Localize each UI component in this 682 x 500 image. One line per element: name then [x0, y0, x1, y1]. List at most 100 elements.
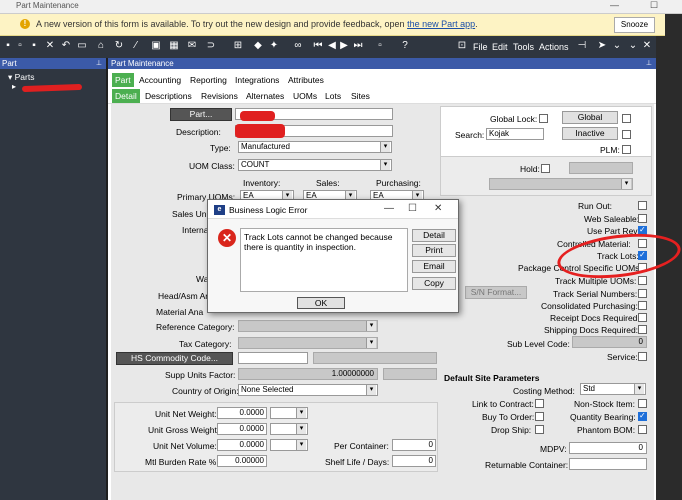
tab-reporting[interactable]: Reporting — [187, 73, 230, 87]
uom-class-select[interactable]: COUNT — [238, 159, 392, 171]
save-icon[interactable]: ▪ — [28, 40, 40, 52]
drop-ship-checkbox[interactable] — [535, 425, 544, 434]
menu-toggle-icon[interactable]: ⊡ — [456, 40, 468, 52]
menu-tools[interactable]: Tools — [513, 42, 534, 52]
clear-icon[interactable]: ⁄ — [130, 40, 142, 52]
pin-icon[interactable]: ⊥ — [646, 58, 652, 69]
tab-accounting[interactable]: Accounting — [136, 73, 184, 87]
tab-alternates[interactable]: Alternates — [243, 89, 287, 103]
prev-record-icon[interactable]: ◀ — [326, 40, 338, 52]
tree-item[interactable]: ▸ — [12, 82, 16, 91]
country-of-origin-select[interactable]: None Selected — [238, 384, 378, 396]
part-button[interactable]: Part... — [170, 108, 232, 121]
global-checkbox[interactable] — [622, 114, 631, 123]
tab-part[interactable]: Part — [112, 73, 134, 87]
email-icon[interactable]: ✉ — [186, 40, 198, 52]
consolidated-purchasing-checkbox[interactable] — [638, 301, 647, 310]
undo-icon[interactable]: ↶ — [60, 40, 72, 52]
link-icon[interactable]: ⊃ — [205, 40, 217, 52]
pin-icon[interactable]: ⊣ — [576, 40, 588, 52]
reference-category-select[interactable] — [238, 320, 378, 332]
type-select[interactable]: Manufactured — [238, 141, 392, 153]
minimize-icon[interactable]: — — [384, 203, 394, 214]
shelf-life-input[interactable]: 0 — [392, 455, 436, 467]
hs-commodity-code-button[interactable]: HS Commodity Code... — [116, 352, 233, 365]
detail-button[interactable]: Detail — [412, 229, 456, 242]
costing-method-select[interactable]: Std — [580, 383, 646, 395]
tab-sites[interactable]: Sites — [348, 89, 373, 103]
tree-icon[interactable]: ⊞ — [232, 40, 244, 52]
mdpv-input[interactable]: 0 — [569, 442, 647, 454]
returnable-container-input[interactable] — [569, 458, 647, 470]
hs-commodity-code-input[interactable] — [238, 352, 308, 364]
first-record-icon[interactable]: ⏮ — [312, 40, 324, 52]
tab-uoms[interactable]: UOMs — [290, 89, 320, 103]
delete-icon[interactable]: ✕ — [44, 40, 56, 52]
close-icon[interactable]: ✕ — [434, 203, 442, 214]
plm-checkbox[interactable] — [622, 145, 631, 154]
sn-format-button[interactable]: S/N Format... — [465, 286, 527, 299]
phantom-bom-checkbox[interactable] — [638, 425, 647, 434]
shipping-docs-checkbox[interactable] — [638, 325, 647, 334]
navigate-icon[interactable]: ◆ — [252, 40, 264, 52]
binoculars-icon[interactable]: ∞ — [292, 40, 304, 52]
global-button[interactable]: Global — [562, 111, 618, 124]
unit-net-weight-uom[interactable] — [270, 407, 308, 419]
unit-net-volume-input[interactable]: 0.0000 — [217, 439, 267, 451]
menu-actions[interactable]: Actions — [539, 42, 569, 52]
next-record-icon[interactable]: ▶ — [338, 40, 350, 52]
preview-icon[interactable]: ▦ — [168, 40, 180, 52]
open-folder-icon[interactable]: ▭ — [76, 40, 88, 52]
tab-integrations[interactable]: Integrations — [232, 73, 282, 87]
last-record-icon[interactable]: ⏭ — [352, 40, 364, 52]
copy-button[interactable]: Copy — [412, 277, 456, 290]
print-button[interactable]: Print — [412, 244, 456, 257]
help-icon[interactable]: ? — [399, 40, 411, 52]
unit-gross-weight-input[interactable]: 0.0000 — [217, 423, 267, 435]
tab-attributes[interactable]: Attributes — [285, 73, 327, 87]
tax-category-select[interactable] — [238, 337, 378, 349]
track-multiple-uoms-checkbox[interactable] — [638, 276, 647, 285]
supp-units-factor-input[interactable]: 1.00000000 — [238, 368, 378, 380]
chevron-down-icon[interactable]: ⌄ — [611, 40, 623, 52]
mtl-burden-rate-input[interactable]: 0.00000 — [217, 455, 267, 467]
unit-net-volume-uom[interactable] — [270, 439, 308, 451]
menu-file[interactable]: File — [473, 42, 488, 52]
buy-to-order-checkbox[interactable] — [535, 412, 544, 421]
attachment-icon[interactable]: ⌂ — [95, 40, 107, 52]
new-part-app-link[interactable]: the new Part app — [407, 19, 475, 29]
close-icon[interactable]: ✕ — [641, 40, 653, 52]
tab-detail[interactable]: Detail — [112, 89, 140, 103]
chevron-down-icon[interactable]: ⌄ — [627, 40, 639, 52]
new-icon[interactable]: ▫ — [14, 40, 26, 52]
quantity-bearing-checkbox[interactable] — [638, 411, 647, 421]
tab-descriptions[interactable]: Descriptions — [142, 89, 195, 103]
receipt-docs-checkbox[interactable] — [638, 313, 647, 322]
menu-edit[interactable]: Edit — [492, 42, 508, 52]
tab-revisions[interactable]: Revisions — [198, 89, 241, 103]
tab-lots[interactable]: Lots — [322, 89, 344, 103]
favorite-icon[interactable]: ✦ — [268, 40, 280, 52]
print-icon[interactable]: ▣ — [150, 40, 162, 52]
grid-icon[interactable]: ▪ — [2, 40, 14, 52]
maximize-icon[interactable]: ☐ — [408, 203, 417, 214]
non-stock-item-checkbox[interactable] — [638, 399, 647, 408]
service-checkbox[interactable] — [638, 352, 647, 361]
maximize-icon[interactable]: ☐ — [650, 0, 658, 11]
unit-net-weight-input[interactable]: 0.0000 — [217, 407, 267, 419]
web-saleable-checkbox[interactable] — [638, 214, 647, 223]
minimize-icon[interactable]: — — [610, 0, 619, 10]
refresh-icon[interactable]: ↻ — [113, 40, 125, 52]
hold-reason-select[interactable] — [489, 178, 633, 190]
track-serial-numbers-checkbox[interactable] — [638, 289, 647, 298]
email-button[interactable]: Email — [412, 260, 456, 273]
hold-checkbox[interactable] — [541, 164, 550, 173]
search-input[interactable]: Kojak — [486, 128, 544, 140]
pin-icon[interactable]: ▫ — [374, 40, 386, 52]
global-lock-checkbox[interactable] — [539, 114, 548, 123]
arrow-icon[interactable]: ➤ — [596, 40, 608, 52]
pin-icon[interactable]: ⊥ — [96, 58, 102, 69]
inactive-button[interactable]: Inactive — [562, 127, 618, 140]
unit-gross-weight-uom[interactable] — [270, 423, 308, 435]
snooze-button[interactable]: Snooze — [614, 17, 655, 33]
